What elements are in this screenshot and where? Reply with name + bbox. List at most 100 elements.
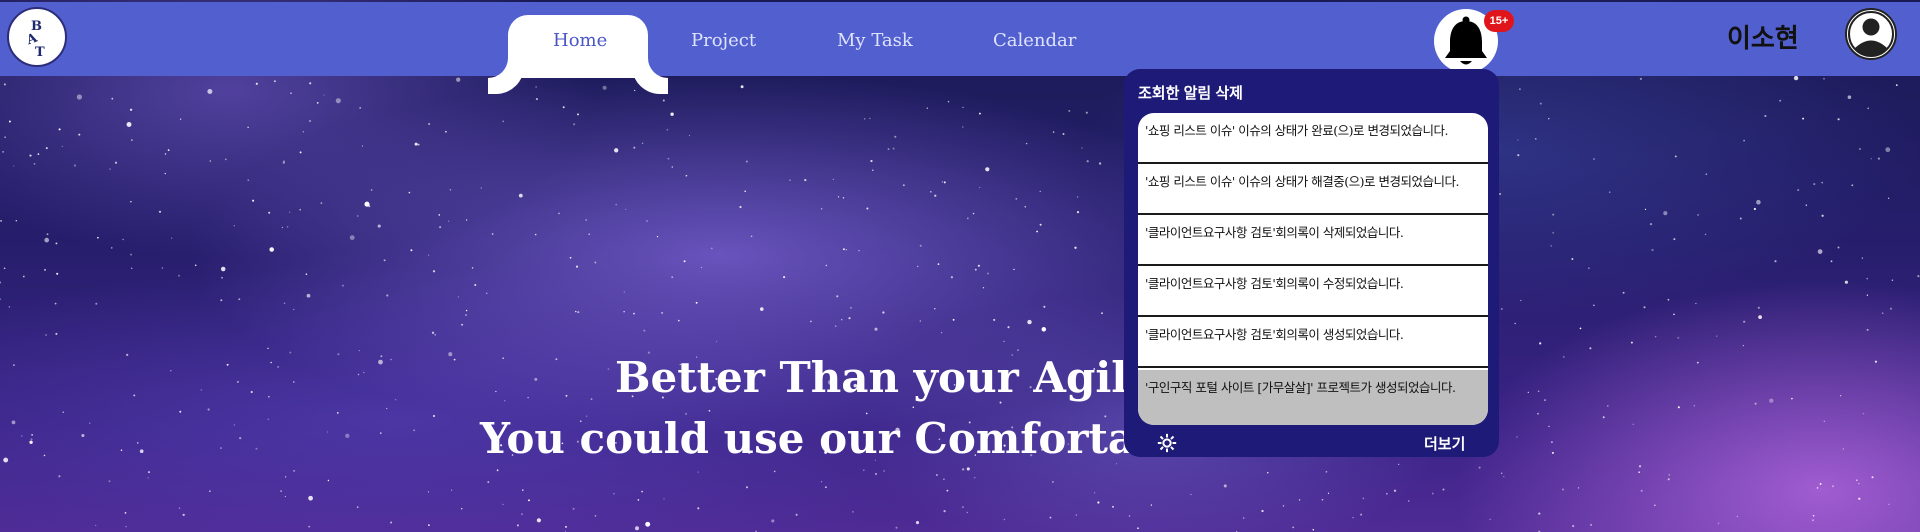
star	[55, 332, 58, 335]
star	[46, 233, 49, 236]
star	[1442, 488, 1445, 491]
star	[614, 148, 619, 153]
star	[1593, 158, 1595, 160]
star	[390, 358, 392, 361]
star	[1003, 518, 1006, 521]
star	[1812, 515, 1815, 517]
notification-item[interactable]: '쇼핑 리스트 이슈' 이슈의 상태가 완료(으)로 변경되었습니다.	[1138, 113, 1488, 164]
star	[247, 126, 249, 129]
star	[1649, 222, 1653, 226]
top-navbar: B A T Home Project My Task Calendar 15+ …	[0, 2, 1920, 78]
notification-text: '클라이언트요구사항 검토'회의록이 생성되었습니다.	[1145, 327, 1404, 342]
star	[942, 478, 945, 481]
star	[902, 184, 905, 187]
star	[309, 120, 311, 122]
star	[623, 291, 625, 293]
star	[1695, 302, 1697, 305]
star	[378, 359, 383, 365]
notification-item[interactable]: '클라이언트요구사항 검토'회의록이 삭제되었습니다.	[1138, 215, 1488, 266]
star	[169, 369, 172, 372]
star	[45, 334, 47, 336]
star	[1696, 361, 1699, 364]
star	[978, 112, 981, 115]
star	[1606, 405, 1609, 407]
star	[1877, 157, 1881, 160]
star	[836, 295, 839, 298]
star	[1756, 199, 1761, 205]
star	[1520, 299, 1522, 302]
star	[1821, 214, 1824, 217]
star	[1779, 99, 1782, 102]
star	[1593, 304, 1595, 306]
tab-home[interactable]: Home	[553, 30, 607, 51]
star	[820, 481, 823, 483]
star	[1764, 114, 1767, 118]
star	[502, 120, 505, 123]
star	[1086, 160, 1089, 163]
tab-project[interactable]: Project	[691, 30, 756, 51]
star	[1076, 211, 1080, 214]
star	[895, 526, 898, 529]
star	[645, 521, 651, 527]
star	[1041, 327, 1047, 332]
star	[825, 264, 828, 267]
star	[934, 308, 936, 310]
star	[308, 525, 311, 528]
notification-list: '쇼핑 리스트 이슈' 이슈의 상태가 완료(으)로 변경되었습니다. '쇼핑 …	[1138, 113, 1488, 425]
star	[862, 469, 865, 472]
star	[3, 267, 6, 270]
star	[31, 434, 33, 436]
star	[869, 117, 871, 120]
star	[1017, 349, 1019, 351]
star	[837, 196, 840, 198]
star	[1667, 478, 1670, 481]
star	[502, 357, 505, 360]
star	[1602, 416, 1605, 419]
notification-item[interactable]: '클라이언트요구사항 검토'회의록이 생성되었습니다.	[1138, 317, 1488, 368]
user-avatar-button[interactable]	[1845, 8, 1897, 60]
star	[1791, 397, 1793, 400]
star	[55, 242, 58, 245]
star	[30, 438, 33, 441]
star	[841, 319, 843, 321]
star	[88, 422, 91, 424]
star	[1292, 526, 1295, 529]
star	[439, 226, 442, 229]
star	[1753, 207, 1757, 211]
star	[302, 131, 305, 133]
tab-calendar[interactable]: Calendar	[993, 30, 1076, 51]
star	[670, 112, 674, 116]
star	[950, 276, 954, 279]
notification-item[interactable]: '쇼핑 리스트 이슈' 이슈의 상태가 해결중(으)로 변경되었습니다.	[1138, 164, 1488, 215]
star	[0, 219, 3, 222]
more-notifications-link[interactable]: 더보기	[1424, 433, 1465, 454]
star	[226, 363, 229, 366]
star	[594, 261, 597, 264]
star	[233, 424, 236, 426]
star	[1408, 500, 1410, 502]
star	[491, 233, 494, 235]
star	[221, 276, 223, 279]
star	[335, 98, 341, 104]
star	[433, 415, 435, 417]
app-logo[interactable]: B A T	[7, 7, 67, 67]
star	[697, 471, 699, 473]
star	[535, 86, 537, 88]
star	[283, 302, 286, 304]
tab-my-task[interactable]: My Task	[837, 30, 913, 51]
notification-item[interactable]: '클라이언트요구사항 검토'회의록이 수정되었습니다.	[1138, 266, 1488, 317]
star	[290, 92, 292, 95]
gear-icon[interactable]	[1156, 432, 1178, 454]
star	[1052, 481, 1054, 483]
notification-count-badge: 15+	[1484, 10, 1514, 32]
delete-read-notifications-button[interactable]: 조회한 알림 삭제	[1138, 82, 1243, 103]
star	[1093, 492, 1096, 494]
star	[685, 174, 688, 177]
notification-item[interactable]: '구인구직 포털 사이트 [가무살살]' 프로젝트가 생성되었습니다.	[1138, 370, 1488, 425]
star	[1847, 95, 1852, 99]
star	[789, 179, 791, 181]
notification-text: '쇼핑 리스트 이슈' 이슈의 상태가 해결중(으)로 변경되었습니다.	[1145, 174, 1459, 189]
star	[1068, 109, 1071, 112]
star	[465, 309, 468, 312]
star	[1802, 117, 1805, 120]
